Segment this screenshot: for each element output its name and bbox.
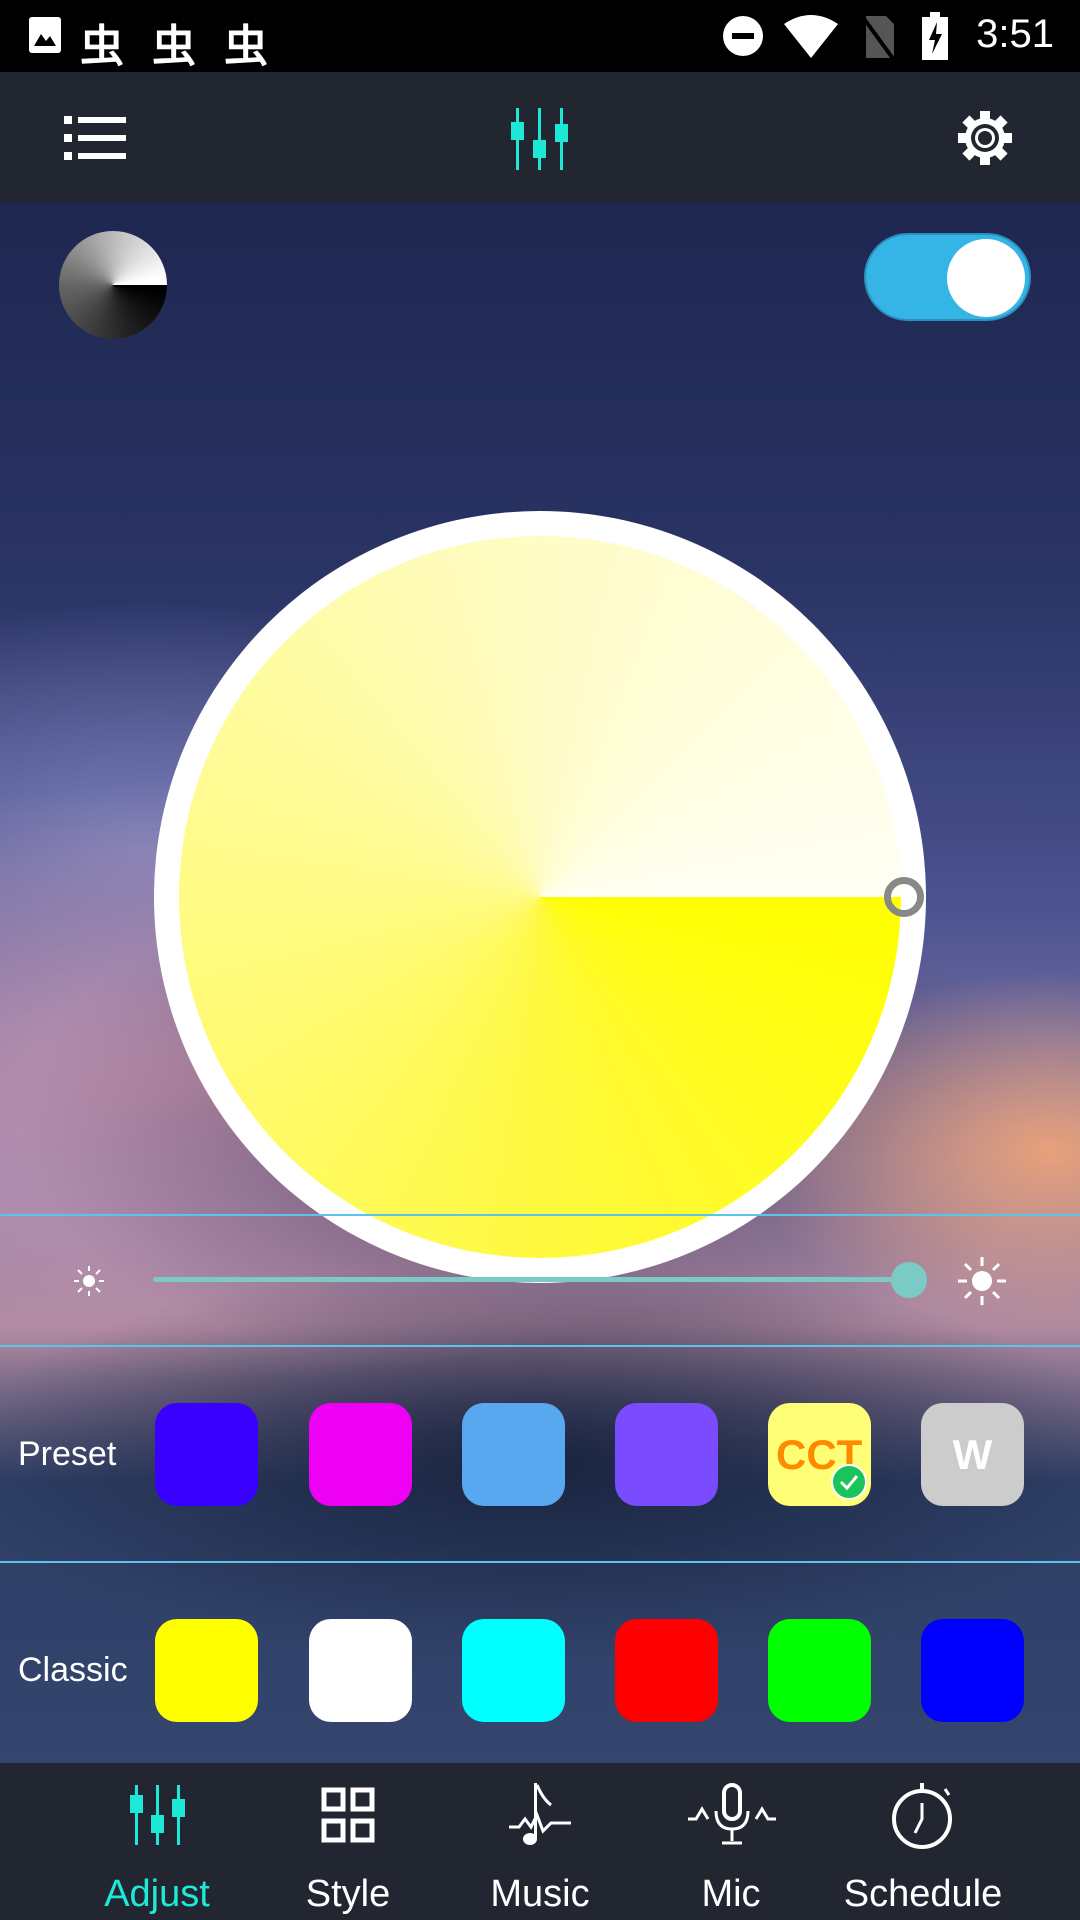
equalizer-sliders-icon[interactable] bbox=[510, 108, 570, 170]
selected-check-icon bbox=[831, 1464, 867, 1500]
clock: 3:51 bbox=[976, 12, 1054, 56]
brightness-low-icon bbox=[74, 1266, 104, 1296]
dnd-icon bbox=[723, 16, 763, 56]
brightness-slider-track[interactable] bbox=[153, 1277, 909, 1282]
divider bbox=[0, 1214, 1080, 1216]
status-bar: 虫 虫 虫 3:51 bbox=[0, 0, 1080, 72]
preset-swatch-w[interactable]: W bbox=[921, 1403, 1024, 1506]
stopwatch-icon bbox=[892, 1783, 952, 1849]
nav-label: Schedule bbox=[843, 1873, 1003, 1915]
bottom-nav: Adjust Style Music Mic Schedule bbox=[0, 1763, 1080, 1920]
bug-icon: 虫 bbox=[80, 22, 124, 71]
preset-swatch-1[interactable] bbox=[155, 1403, 258, 1506]
color-mode-toggle-icon[interactable] bbox=[59, 231, 167, 339]
divider bbox=[0, 1561, 1080, 1563]
classic-label: Classic bbox=[18, 1651, 128, 1689]
main-panel: Preset CCT W Classic bbox=[0, 202, 1080, 1763]
nav-label: Adjust bbox=[104, 1873, 210, 1915]
nav-label: Style bbox=[305, 1873, 391, 1915]
brightness-high-icon bbox=[958, 1257, 1006, 1305]
wifi-icon bbox=[784, 15, 838, 58]
color-wheel-thumb[interactable] bbox=[884, 877, 924, 917]
toggle-knob bbox=[947, 239, 1025, 317]
microphone-icon bbox=[688, 1783, 776, 1845]
nav-style[interactable]: Style bbox=[253, 1763, 443, 1920]
classic-swatch-blue[interactable] bbox=[921, 1619, 1024, 1722]
classic-swatch-red[interactable] bbox=[615, 1619, 718, 1722]
nav-adjust[interactable]: Adjust bbox=[62, 1763, 252, 1920]
power-toggle[interactable] bbox=[864, 233, 1031, 321]
brightness-slider-thumb[interactable] bbox=[891, 1262, 927, 1298]
bug-icon: 虫 bbox=[224, 22, 268, 71]
classic-swatch-white[interactable] bbox=[309, 1619, 412, 1722]
color-wheel[interactable] bbox=[179, 536, 901, 1258]
list-menu-icon[interactable] bbox=[62, 114, 128, 162]
preset-label: Preset bbox=[18, 1435, 117, 1473]
sliders-icon bbox=[130, 1785, 185, 1845]
no-sim-icon bbox=[860, 14, 896, 60]
preset-swatch-cct[interactable]: CCT bbox=[768, 1403, 871, 1506]
nav-schedule[interactable]: Schedule bbox=[828, 1763, 1018, 1920]
music-note-icon bbox=[509, 1783, 571, 1845]
w-label: W bbox=[952, 1431, 993, 1478]
toolbar bbox=[0, 72, 1080, 202]
nav-mic[interactable]: Mic bbox=[636, 1763, 826, 1920]
classic-swatch-cyan[interactable] bbox=[462, 1619, 565, 1722]
image-icon bbox=[29, 17, 61, 53]
preset-swatch-3[interactable] bbox=[462, 1403, 565, 1506]
grid-icon bbox=[321, 1787, 375, 1843]
classic-swatch-yellow[interactable] bbox=[155, 1619, 258, 1722]
nav-music[interactable]: Music bbox=[445, 1763, 635, 1920]
nav-label: Mic bbox=[701, 1873, 761, 1915]
preset-swatch-2[interactable] bbox=[309, 1403, 412, 1506]
gear-icon[interactable] bbox=[958, 110, 1012, 166]
bug-icon: 虫 bbox=[152, 22, 196, 71]
preset-swatch-4[interactable] bbox=[615, 1403, 718, 1506]
classic-swatch-green[interactable] bbox=[768, 1619, 871, 1722]
nav-label: Music bbox=[490, 1873, 590, 1915]
divider bbox=[0, 1345, 1080, 1347]
battery-charging-icon bbox=[922, 12, 948, 60]
